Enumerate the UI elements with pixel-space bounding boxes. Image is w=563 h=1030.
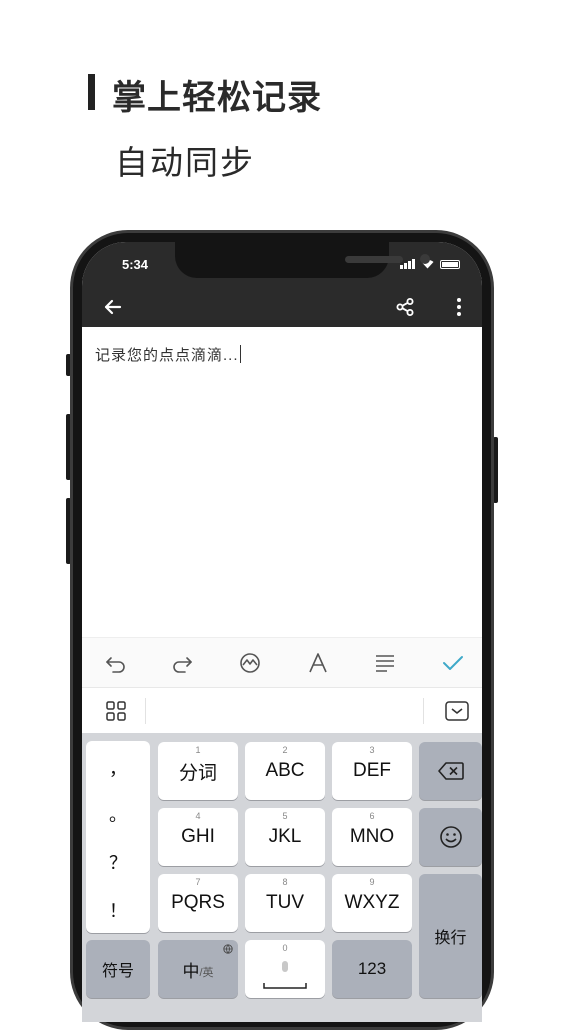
redo-icon	[173, 657, 192, 673]
status-icons	[400, 259, 460, 269]
punctuation-column[interactable]: ， 。 ？ ！	[86, 741, 150, 933]
backspace-key[interactable]	[419, 742, 482, 800]
promo-title: 掌上轻松记录	[112, 79, 322, 117]
key-6-mno[interactable]: 6 MNO	[332, 808, 412, 866]
editor-placeholder: 记录您的点点滴滴...	[95, 347, 239, 364]
share-button[interactable]	[390, 286, 420, 327]
space-bar-icon	[263, 983, 307, 989]
ime-menu-button[interactable]	[101, 696, 131, 726]
hide-keyboard-button[interactable]	[442, 696, 472, 726]
app-toolbar	[82, 286, 482, 327]
promo-subtitle: 自动同步	[115, 144, 255, 181]
promo-title-bar	[88, 74, 95, 110]
arrow-left-icon	[104, 299, 122, 314]
format-toolbar	[82, 637, 482, 688]
keyboard: ， 。 ？ ！ 1 分词 2 ABC 3 DEF 4 GHI 5 JKL 6 MNO	[82, 733, 482, 1022]
collapse-keyboard-icon	[445, 701, 469, 721]
align-icon	[376, 655, 394, 672]
text-caret	[239, 345, 241, 363]
check-icon	[443, 656, 463, 670]
numeric-key[interactable]: 123	[332, 940, 412, 998]
phone-camera	[420, 254, 430, 264]
key-7-pqrs[interactable]: 7 PQRS	[158, 874, 238, 932]
sketch-icon	[240, 653, 260, 673]
battery-icon	[440, 259, 460, 269]
key-4-ghi[interactable]: 4 GHI	[158, 808, 238, 866]
punct-period[interactable]: 。	[86, 801, 150, 827]
key-3-def[interactable]: 3 DEF	[332, 742, 412, 800]
redo-button[interactable]	[167, 648, 197, 678]
key-8-tuv[interactable]: 8 TUV	[245, 874, 325, 932]
sketch-button[interactable]	[235, 648, 265, 678]
back-button[interactable]	[98, 286, 128, 327]
status-time: 5:34	[122, 257, 149, 272]
backspace-icon	[437, 762, 464, 780]
phone-speaker	[345, 256, 403, 263]
font-button[interactable]	[303, 648, 333, 678]
emoji-key[interactable]	[419, 808, 482, 866]
phone-screen: 5:34 记录您的点点滴滴... ， 。 ？ ！ 1 分词 2 ABC 3 DE…	[82, 242, 482, 1022]
microphone-icon	[282, 961, 288, 972]
phone-notch	[175, 242, 430, 278]
globe-icon	[223, 944, 233, 954]
share-icon	[396, 297, 414, 316]
key-1-fenci[interactable]: 1 分词	[158, 742, 238, 800]
language-switch-key[interactable]: 中/英	[158, 940, 238, 998]
align-button[interactable]	[370, 648, 400, 678]
more-button[interactable]	[444, 286, 474, 327]
candidate-divider-left	[145, 698, 146, 724]
key-5-jkl[interactable]: 5 JKL	[245, 808, 325, 866]
punct-question[interactable]: ？	[86, 849, 150, 875]
key-2-abc[interactable]: 2 ABC	[245, 742, 325, 800]
emoji-icon	[439, 826, 462, 848]
grid-menu-icon	[106, 701, 126, 721]
undo-icon	[106, 657, 125, 673]
punct-exclaim[interactable]: ！	[86, 897, 150, 923]
font-icon	[309, 653, 327, 673]
space-key[interactable]: 0	[245, 940, 325, 998]
done-button[interactable]	[438, 648, 468, 678]
punct-comma[interactable]: ，	[86, 755, 150, 781]
candidate-divider-right	[423, 698, 424, 724]
undo-button[interactable]	[101, 648, 131, 678]
note-editor[interactable]: 记录您的点点滴滴...	[95, 344, 241, 365]
ime-candidate-bar	[82, 687, 482, 735]
enter-key[interactable]: 换行	[419, 874, 482, 998]
more-vertical-icon	[457, 297, 461, 316]
key-9-wxyz[interactable]: 9 WXYZ	[332, 874, 412, 932]
symbols-key[interactable]: 符号	[86, 940, 150, 998]
